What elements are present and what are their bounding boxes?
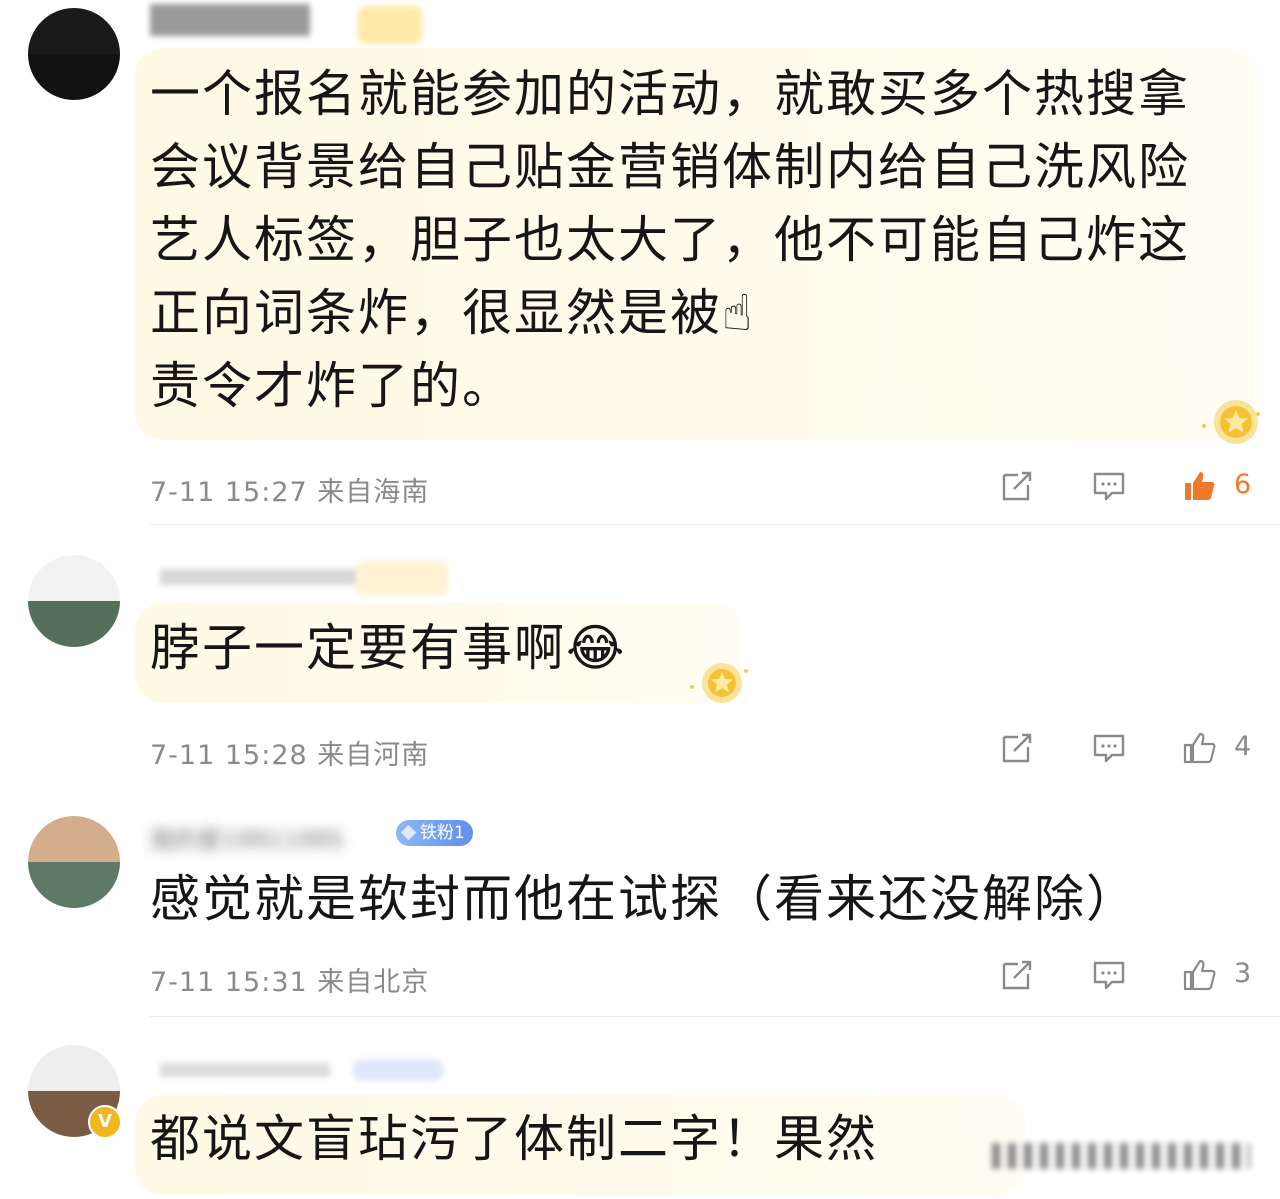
comment-time: 7-11 15:28 bbox=[150, 740, 308, 771]
repost-icon[interactable] bbox=[1000, 731, 1034, 765]
gold-medal-icon bbox=[690, 663, 748, 703]
comment-body: 感觉就是软封而他在试探（看来还没解除） bbox=[150, 870, 1138, 928]
comment-meta: 7-11 15:27 来自海南 bbox=[150, 470, 429, 509]
comment-location: 来自河南 bbox=[317, 740, 430, 771]
avatar[interactable] bbox=[28, 816, 120, 908]
comment-time: 7-11 15:27 bbox=[150, 477, 308, 508]
diamond-icon bbox=[400, 824, 417, 841]
comment-icon[interactable] bbox=[1092, 469, 1126, 503]
repost-icon[interactable] bbox=[1000, 469, 1034, 503]
like-count: 3 bbox=[1234, 958, 1252, 989]
comment-item: V 都说文盲玷污了体制二字！果然 bbox=[0, 1017, 1280, 1199]
comment-text[interactable]: 脖子一定要有事啊😂 bbox=[150, 612, 626, 685]
comment-time: 7-11 15:31 bbox=[150, 967, 308, 998]
username-redacted[interactable] bbox=[150, 4, 310, 36]
comment-actions: 3 bbox=[1000, 958, 1260, 992]
badge-redacted bbox=[358, 6, 422, 44]
comment-actions: 4 bbox=[1000, 731, 1260, 765]
signature-redacted bbox=[992, 1143, 1250, 1169]
username-redacted[interactable] bbox=[160, 1063, 330, 1077]
comment-item: 我的爱19911995 铁粉1 感觉就是软封而他在试探（看来还没解除） 7-11… bbox=[0, 790, 1280, 1016]
username[interactable]: 我的爱19911995 bbox=[150, 820, 344, 855]
comment-item: 脖子一定要有事啊😂 7-11 15:28 来自河南 4 bbox=[0, 525, 1280, 785]
comment-text[interactable]: 都说文盲玷污了体制二字！果然 bbox=[150, 1103, 878, 1176]
fan-badge: 铁粉1 bbox=[396, 820, 473, 846]
tears-of-joy-emoji: 😂 bbox=[566, 619, 627, 677]
comment-meta: 7-11 15:28 来自河南 bbox=[150, 733, 429, 772]
username-redacted[interactable] bbox=[160, 569, 360, 585]
comment-actions: 6 bbox=[1000, 469, 1260, 503]
comment-icon[interactable] bbox=[1092, 958, 1126, 992]
badge-redacted bbox=[352, 1059, 444, 1081]
comment-text[interactable]: 感觉就是软封而他在试探（看来还没解除） bbox=[150, 863, 1138, 936]
gold-medal-icon bbox=[1202, 400, 1260, 444]
comment-location: 来自北京 bbox=[317, 967, 430, 998]
comment-body-tail: 责令才炸了的。 bbox=[150, 357, 514, 415]
comment-location: 来自海南 bbox=[317, 477, 430, 508]
comment-text[interactable]: 一个报名就能参加的活动，就敢买多个热搜拿会议背景给自己贴金营销体制内给自己洗风险… bbox=[150, 58, 1190, 423]
like-count: 4 bbox=[1234, 731, 1252, 762]
comment-item: 一个报名就能参加的活动，就敢买多个热搜拿会议背景给自己贴金营销体制内给自己洗风险… bbox=[0, 0, 1280, 525]
avatar[interactable] bbox=[28, 8, 120, 100]
comment-body: 一个报名就能参加的活动，就敢买多个热搜拿会议背景给自己贴金营销体制内给自己洗风险… bbox=[150, 65, 1190, 342]
avatar[interactable] bbox=[28, 555, 120, 647]
vip-badge: V bbox=[88, 1105, 122, 1139]
comment-icon[interactable] bbox=[1092, 731, 1126, 765]
comment-body: 都说文盲玷污了体制二字！果然 bbox=[150, 1110, 878, 1168]
comment-body: 脖子一定要有事啊 bbox=[150, 619, 566, 677]
thumbs-up-icon[interactable] bbox=[1182, 958, 1216, 992]
like-count: 6 bbox=[1234, 469, 1252, 500]
thumbs-up-icon[interactable] bbox=[1182, 731, 1216, 765]
repost-icon[interactable] bbox=[1000, 958, 1034, 992]
point-up-emoji: ☝ bbox=[722, 284, 755, 342]
badge-redacted bbox=[356, 561, 448, 595]
fan-badge-label: 铁粉1 bbox=[420, 823, 465, 843]
comment-meta: 7-11 15:31 来自北京 bbox=[150, 960, 429, 999]
thumbs-up-icon[interactable] bbox=[1182, 469, 1216, 503]
